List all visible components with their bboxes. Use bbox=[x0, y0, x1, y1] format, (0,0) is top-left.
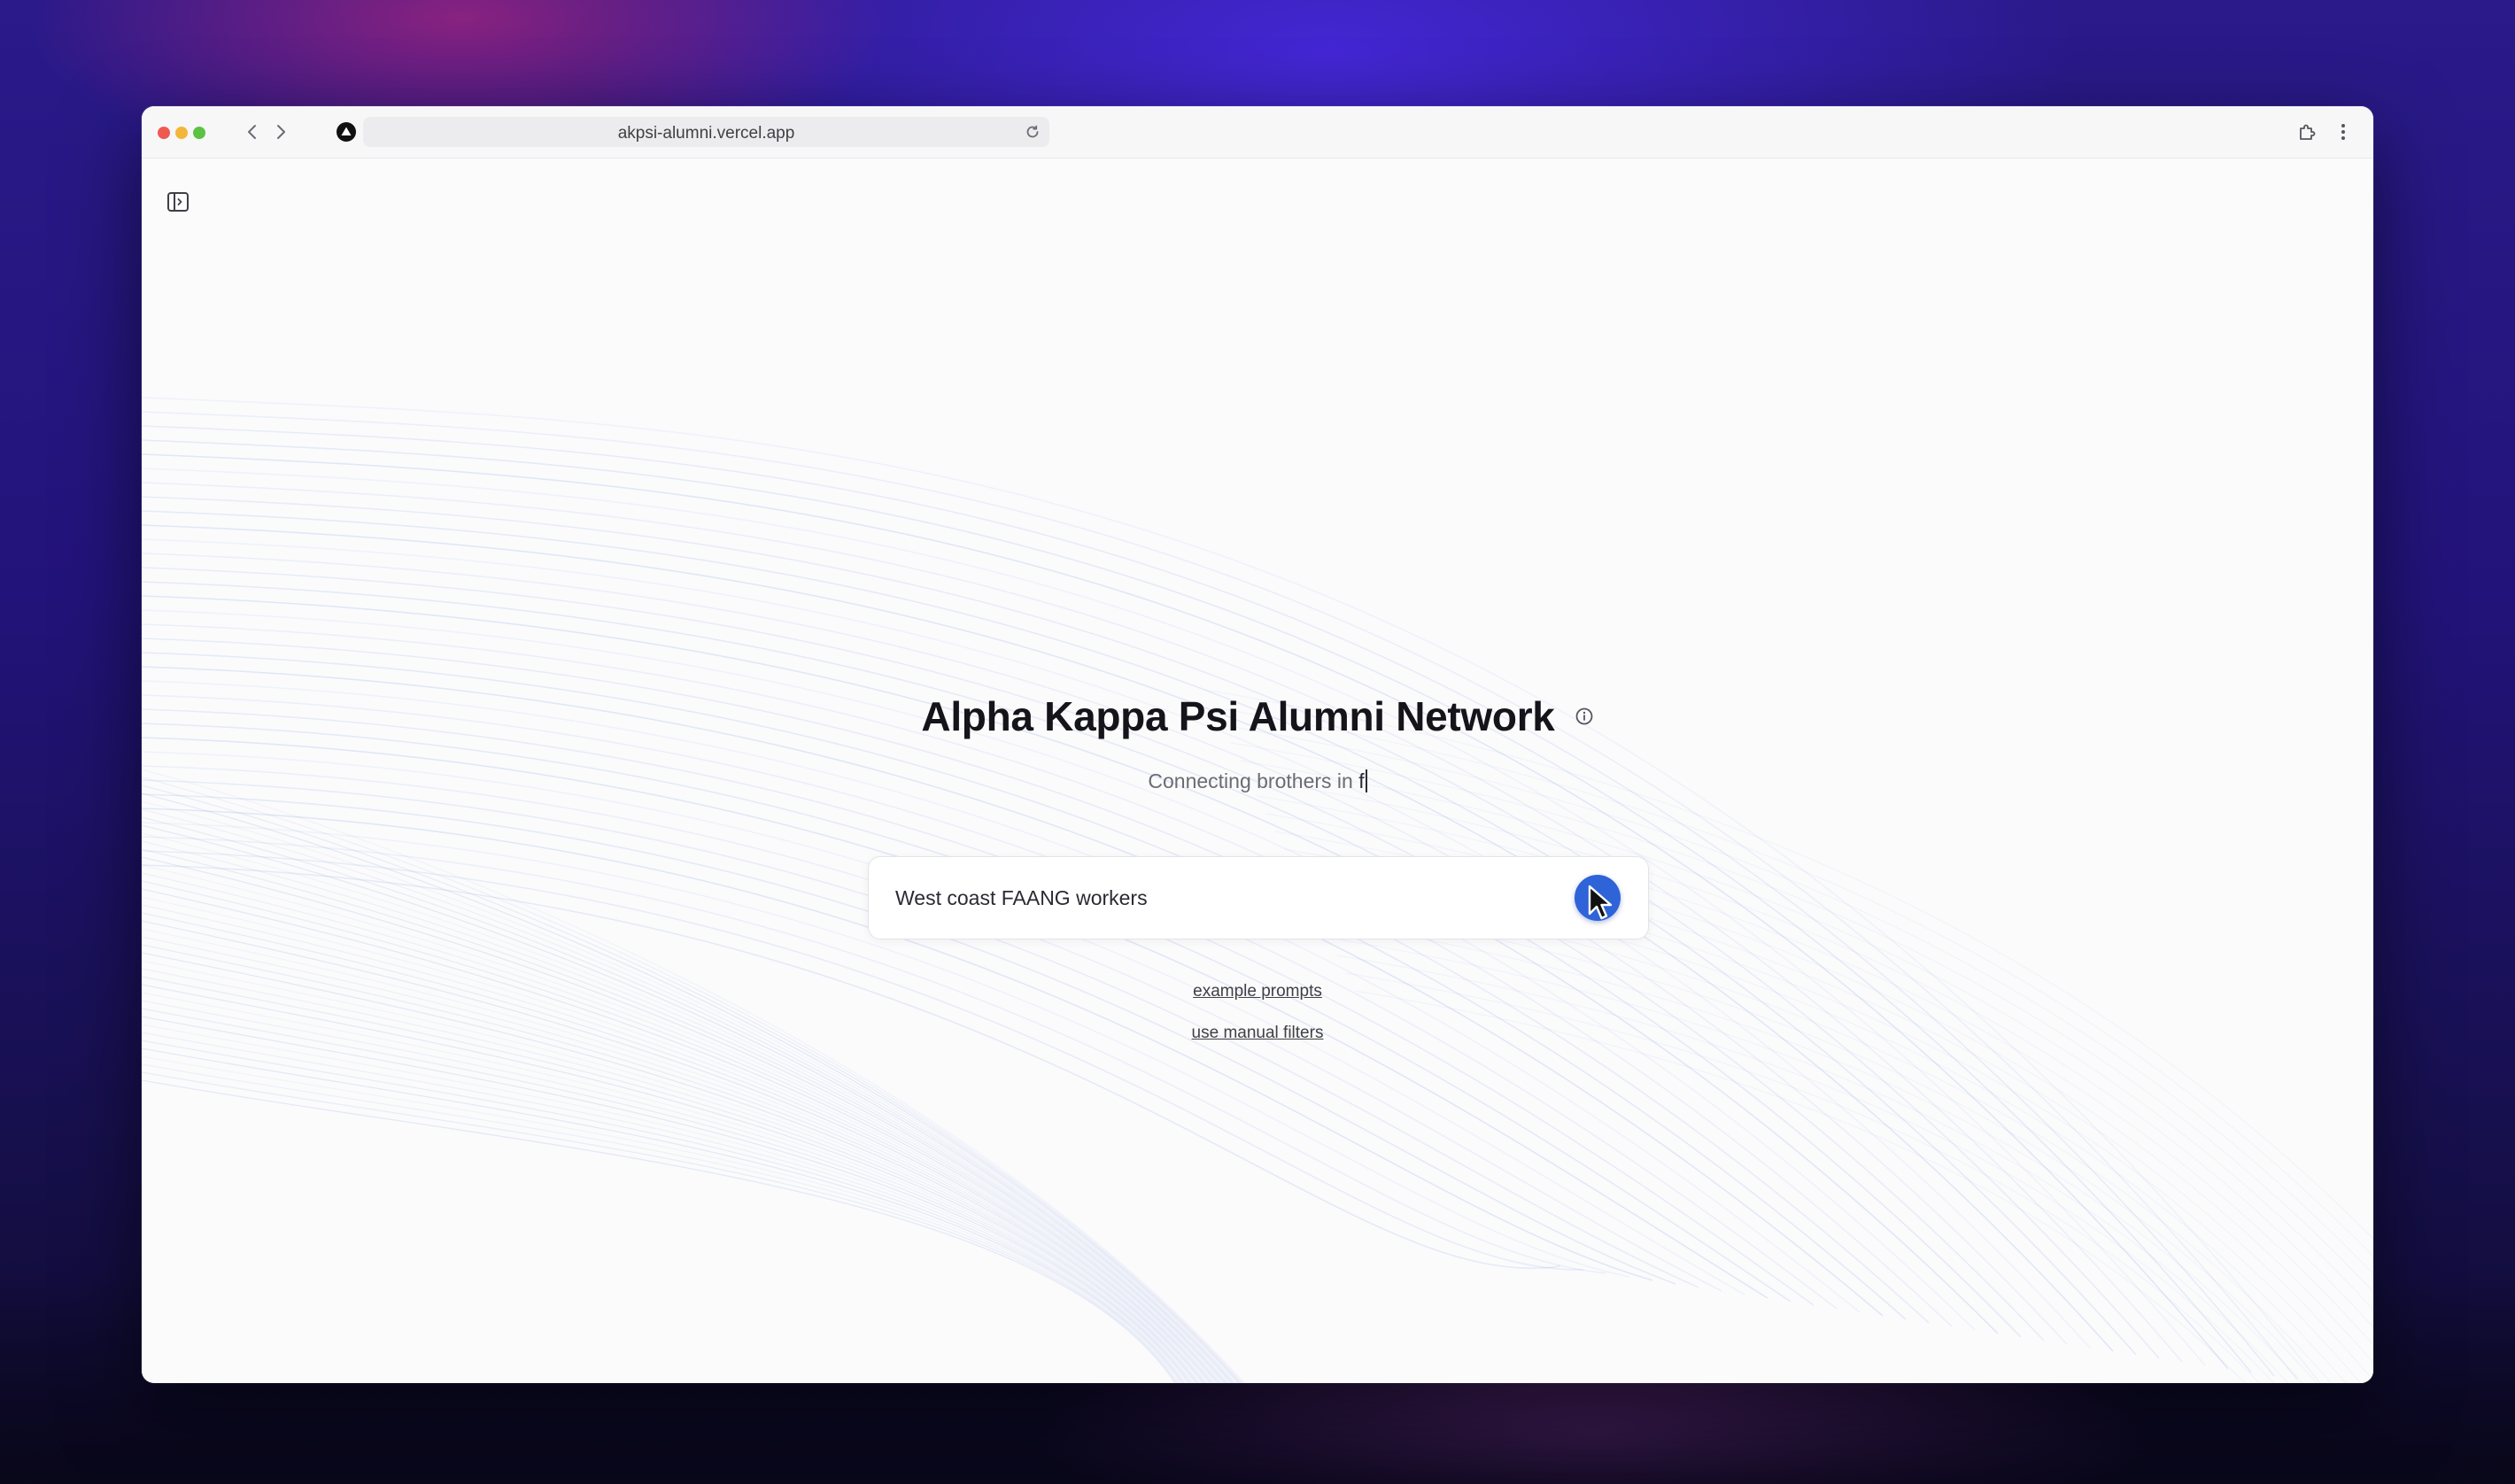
manual-filters-label: use manual filters bbox=[1191, 1024, 1324, 1042]
chevron-right-icon bbox=[277, 125, 285, 139]
wave-line bbox=[142, 992, 1196, 1383]
address-bar[interactable]: akpsi-alumni.vercel.app bbox=[363, 117, 1049, 147]
wave-line bbox=[1354, 990, 2246, 1383]
site-favicon bbox=[335, 120, 358, 143]
wave-line bbox=[142, 896, 1217, 1383]
url-text: akpsi-alumni.vercel.app bbox=[617, 124, 795, 143]
reload-button[interactable] bbox=[1021, 120, 1044, 143]
browser-window: akpsi-alumni.vercel.app Alpha Kappa Psi … bbox=[142, 106, 2373, 1383]
wave-line bbox=[142, 708, 1815, 1306]
info-icon bbox=[1575, 707, 1592, 725]
minimize-window-button[interactable] bbox=[175, 127, 188, 139]
chevron-left-icon bbox=[248, 125, 256, 139]
info-button[interactable] bbox=[1575, 707, 1594, 726]
search-input[interactable] bbox=[895, 857, 1568, 939]
back-button[interactable] bbox=[241, 120, 264, 143]
search-box bbox=[868, 856, 1649, 939]
page-title: Alpha Kappa Psi Alumni Network bbox=[921, 693, 1555, 739]
typing-caret bbox=[1365, 769, 1367, 792]
subtitle-prefix: Connecting brothers in bbox=[1148, 769, 1359, 792]
wave-line bbox=[142, 1063, 1180, 1383]
vercel-icon bbox=[337, 122, 356, 142]
example-prompts-label: example prompts bbox=[1193, 982, 1322, 1001]
subtitle-typed-text: f bbox=[1358, 769, 1365, 792]
extensions-button[interactable] bbox=[2294, 119, 2320, 145]
wave-line bbox=[1336, 955, 2275, 1383]
page-content: Alpha Kappa Psi Alumni Network Connectin… bbox=[142, 158, 2373, 1383]
example-prompts-link[interactable]: example prompts bbox=[142, 982, 2373, 1001]
forward-button[interactable] bbox=[269, 120, 292, 143]
reload-icon bbox=[1026, 125, 1039, 138]
page-subtitle: Connecting brothers in f bbox=[142, 769, 2373, 793]
wave-line bbox=[142, 1000, 1194, 1383]
browser-toolbar: akpsi-alumni.vercel.app bbox=[142, 106, 2373, 158]
hero-title-row: Alpha Kappa Psi Alumni Network bbox=[142, 692, 2373, 740]
manual-filters-link[interactable]: use manual filters bbox=[142, 1024, 2373, 1043]
close-window-button[interactable] bbox=[158, 127, 170, 139]
sidebar-panel-icon bbox=[167, 192, 189, 212]
vertical-dots-icon bbox=[2341, 124, 2345, 140]
wave-line bbox=[1310, 901, 2318, 1383]
browser-menu-button[interactable] bbox=[2334, 119, 2352, 145]
puzzle-piece-icon bbox=[2300, 124, 2316, 140]
wave-line bbox=[142, 1079, 1176, 1383]
sidebar-toggle-button[interactable] bbox=[163, 187, 193, 217]
mouse-cursor-icon bbox=[1588, 885, 1613, 920]
maximize-window-button[interactable] bbox=[193, 127, 205, 139]
